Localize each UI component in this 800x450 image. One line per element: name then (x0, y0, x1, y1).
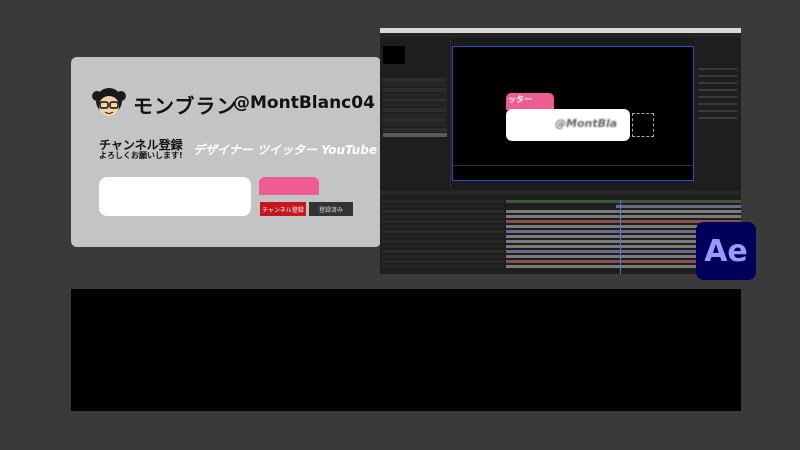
black-video-area (71, 289, 741, 411)
content-box (99, 177, 251, 216)
selection-box[interactable] (632, 113, 654, 137)
after-effects-window: ッター @MontBla (380, 28, 741, 274)
timeline-tabs[interactable] (380, 190, 741, 195)
project-list[interactable] (383, 78, 447, 178)
channel-card: モンブラン @MontBlanc04 チャンネル登録 よろしくお願いします! デ… (71, 57, 381, 247)
layer-list[interactable] (382, 200, 504, 274)
ae-project-panel (380, 38, 451, 188)
subscribe-desc: よろしくお願いします! (99, 151, 183, 160)
preview-tab-text: ッター (508, 95, 532, 104)
brand-handle: @MontBlanc04 (233, 93, 375, 113)
preview-text: @MontBla (555, 117, 618, 130)
ae-composition-viewer[interactable]: ッター @MontBla (452, 46, 694, 181)
ae-badge-label: Ae (704, 233, 748, 269)
pink-tab (259, 177, 319, 195)
subscribed-button[interactable]: 登録済み (309, 202, 353, 216)
subscribe-button[interactable]: チャンネル登録 (260, 202, 306, 216)
avatar-icon (92, 88, 126, 116)
tagline: デザイナー ツイッター YouTube (193, 143, 377, 157)
ae-timeline-panel[interactable] (380, 190, 741, 274)
after-effects-logo-icon: Ae (696, 222, 756, 280)
brand-name: モンブラン (133, 94, 238, 118)
ae-properties-panel (694, 38, 741, 188)
viewer-guide (453, 165, 693, 166)
project-thumbnail (383, 46, 405, 64)
playhead[interactable] (620, 200, 621, 274)
